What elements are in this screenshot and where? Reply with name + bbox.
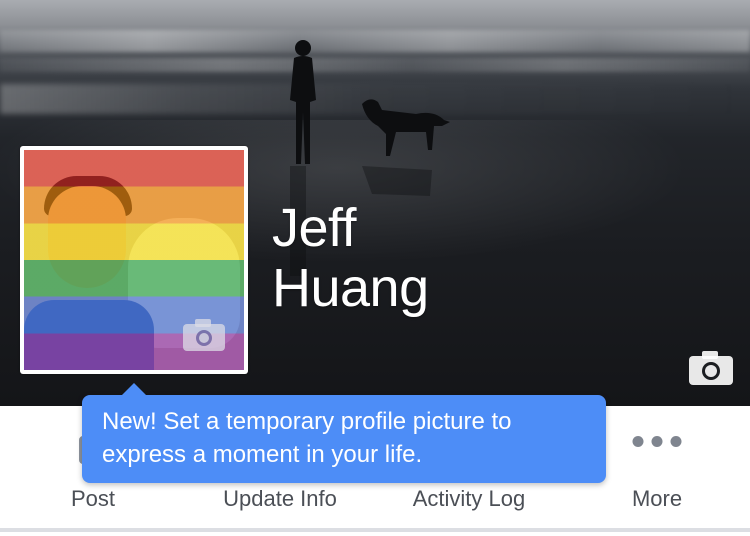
surf-band	[0, 58, 750, 72]
activity-log-label: Activity Log	[412, 486, 526, 511]
camera-icon[interactable]	[688, 350, 734, 386]
more-label: More	[631, 486, 683, 511]
more-dots-icon	[632, 436, 682, 447]
update-info-label: Update Info	[223, 486, 337, 511]
tooltip-text: New! Set a temporary profile picture to …	[102, 408, 512, 468]
post-label: Post	[70, 486, 116, 511]
temporary-profile-picture-tooltip[interactable]: New! Set a temporary profile picture to …	[82, 383, 606, 483]
person-silhouette	[290, 40, 316, 164]
dog-silhouette	[362, 99, 450, 156]
camera-icon[interactable]	[182, 318, 226, 352]
profile-last-name: Huang	[272, 258, 429, 318]
profile-picture[interactable]	[20, 146, 248, 374]
profile-name[interactable]: Jeff Huang	[272, 198, 429, 318]
profile-photo	[24, 150, 244, 370]
surf-band	[0, 30, 750, 52]
profile-first-name: Jeff	[272, 198, 357, 258]
